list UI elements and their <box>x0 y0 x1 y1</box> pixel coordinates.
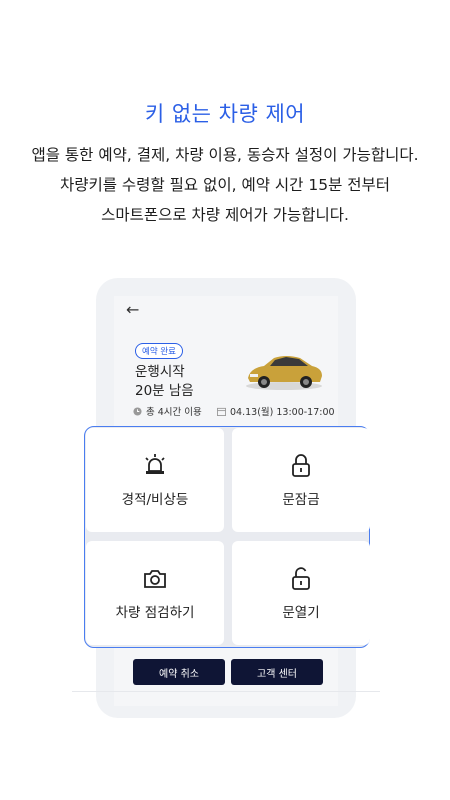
door-unlock-button[interactable]: 문열기 <box>232 541 370 645</box>
clock-icon <box>133 406 142 416</box>
status-title: 운행시작 <box>135 364 185 380</box>
camera-icon <box>144 570 166 588</box>
horn-hazard-button[interactable]: 경적/비상등 <box>86 428 224 532</box>
unlock-icon <box>292 567 310 590</box>
description-line: 스마트폰으로 차량 제어가 가능합니다. <box>101 206 349 224</box>
description-line: 앱을 통한 예약, 결제, 차량 이용, 동승자 설정이 가능합니다. <box>31 146 419 164</box>
description-line: 차량키를 수령할 필요 없이, 예약 시간 15분 전부터 <box>59 176 391 194</box>
customer-center-button[interactable]: 고객 센터 <box>231 659 323 685</box>
vehicle-inspection-button[interactable]: 차량 점검하기 <box>86 541 224 645</box>
action-buttons: 예약 취소 고객 센터 <box>133 659 323 685</box>
calendar-icon <box>217 407 226 416</box>
page-title: 키 없는 차량 제어 <box>144 102 306 126</box>
siren-icon <box>145 454 165 474</box>
description: 앱을 통한 예약, 결제, 차량 이용, 동승자 설정이 가능합니다. 차량키를… <box>0 140 450 230</box>
status-badge: 예약 완료 <box>135 343 183 359</box>
cancel-reservation-button[interactable]: 예약 취소 <box>133 659 225 685</box>
tile-label: 문잠금 <box>282 492 320 508</box>
date-text: 04.13(월) 13:00-17:00 <box>230 407 335 418</box>
usage-text: 총 4시간 이용 <box>146 407 202 418</box>
usage-info: 총 4시간 이용 <box>133 404 202 418</box>
tile-label: 경적/비상등 <box>121 492 189 508</box>
back-arrow-icon[interactable]: ← <box>126 300 139 319</box>
door-lock-button[interactable]: 문잠금 <box>232 428 370 532</box>
status-remaining: 20분 남음 <box>135 383 194 399</box>
car-image <box>246 356 322 390</box>
control-panel: 경적/비상등 문잠금 차량 점검하기 문열기 <box>84 426 370 648</box>
divider <box>72 691 380 692</box>
tile-label: 문열기 <box>282 605 320 621</box>
date-info: 04.13(월) 13:00-17:00 <box>217 404 335 418</box>
lock-icon <box>292 454 310 477</box>
tile-label: 차량 점검하기 <box>115 605 195 621</box>
